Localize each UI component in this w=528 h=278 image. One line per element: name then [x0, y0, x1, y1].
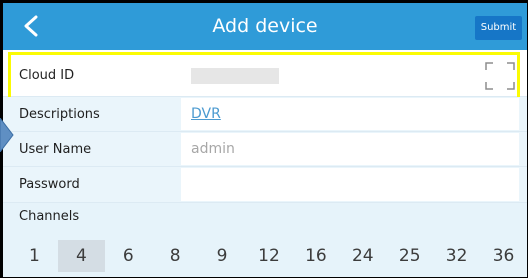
channels-selector: 1 4 6 8 9 12 16 24 25 32 36: [11, 240, 527, 272]
channel-option-4[interactable]: 4: [57, 240, 105, 272]
header-bar: Add device Submit: [3, 3, 527, 50]
device-frame: Add device Submit Cloud ID Descriptions …: [0, 0, 528, 278]
arrow-pointer-icon: [0, 118, 14, 152]
password-field[interactable]: [181, 168, 519, 201]
channel-option-6[interactable]: 6: [105, 240, 152, 272]
channel-option-32[interactable]: 32: [433, 240, 480, 272]
descriptions-value[interactable]: DVR: [191, 106, 221, 122]
channel-option-16[interactable]: 16: [292, 240, 339, 272]
descriptions-row: Descriptions DVR: [3, 97, 527, 132]
channel-option-1[interactable]: 1: [11, 240, 58, 272]
descriptions-label: Descriptions: [19, 106, 100, 122]
user-name-value[interactable]: admin: [191, 141, 235, 157]
channel-option-9[interactable]: 9: [199, 240, 246, 272]
channel-option-36[interactable]: 36: [480, 240, 527, 272]
channel-option-12[interactable]: 12: [246, 240, 293, 272]
channel-option-8[interactable]: 8: [152, 240, 199, 272]
user-name-label: User Name: [19, 141, 92, 157]
password-label: Password: [19, 177, 80, 192]
channel-option-25[interactable]: 25: [386, 240, 433, 272]
channels-label: Channels: [19, 209, 80, 224]
screen: Add device Submit Cloud ID Descriptions …: [3, 3, 527, 277]
submit-button[interactable]: Submit: [475, 16, 522, 40]
channel-option-24[interactable]: 24: [339, 240, 386, 272]
password-row: Password: [3, 167, 527, 203]
user-name-field[interactable]: admin: [181, 133, 519, 165]
cloud-id-highlight: [8, 52, 520, 100]
page-title: Add device: [212, 15, 318, 37]
descriptions-field[interactable]: DVR: [181, 98, 519, 130]
user-name-row: User Name admin: [3, 132, 527, 167]
